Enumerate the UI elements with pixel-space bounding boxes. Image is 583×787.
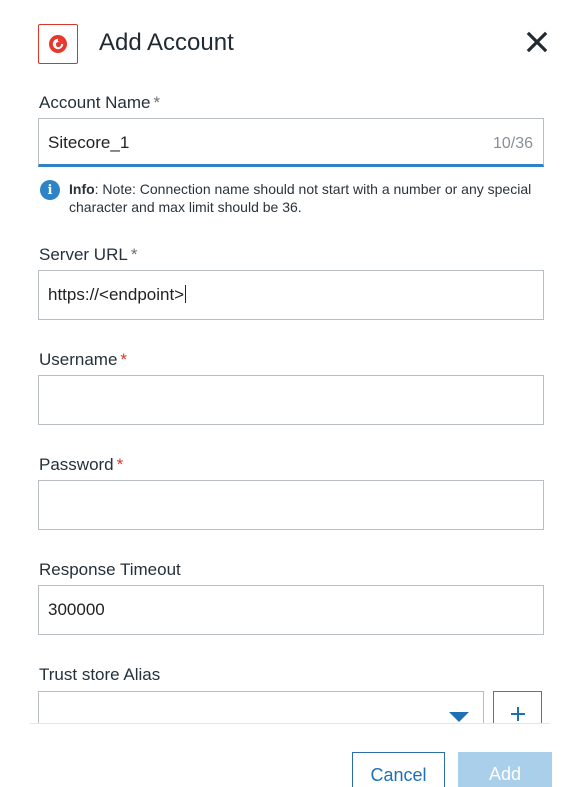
cancel-button[interactable]: Cancel bbox=[352, 752, 445, 787]
account-name-value: Sitecore_1 bbox=[48, 133, 130, 152]
account-name-label: Account Name * bbox=[39, 93, 161, 112]
add-trust-store-button[interactable] bbox=[493, 691, 542, 723]
username-label: Username * bbox=[39, 350, 128, 369]
account-name-input[interactable]: Sitecore_1 10/36 bbox=[38, 118, 544, 167]
close-icon bbox=[526, 31, 548, 53]
trust-store-alias-select[interactable] bbox=[38, 691, 484, 723]
password-label: Password * bbox=[39, 455, 124, 474]
dialog-title: Add Account bbox=[99, 29, 234, 56]
add-button[interactable]: Add bbox=[458, 752, 552, 787]
response-timeout-value: 300000 bbox=[48, 600, 105, 619]
server-url-input[interactable]: https://<endpoint> bbox=[38, 270, 544, 320]
footer-divider bbox=[30, 723, 550, 724]
server-url-value: https://<endpoint> bbox=[48, 285, 185, 304]
required-mark: * bbox=[116, 455, 124, 474]
response-timeout-label: Response Timeout bbox=[39, 560, 181, 579]
password-input[interactable] bbox=[38, 480, 544, 530]
info-note: Info: Note: Connection name should not s… bbox=[69, 181, 532, 215]
close-button[interactable] bbox=[524, 29, 550, 55]
add-account-dialog: Add Account Account Name * Sitecore_1 10/… bbox=[0, 0, 583, 787]
required-mark: * bbox=[153, 93, 161, 112]
info-icon: i bbox=[40, 180, 60, 200]
text-cursor bbox=[185, 285, 187, 303]
chevron-down-icon bbox=[449, 712, 469, 722]
sitecore-logo-icon bbox=[38, 24, 78, 64]
required-mark: * bbox=[120, 350, 128, 369]
username-input[interactable] bbox=[38, 375, 544, 425]
response-timeout-input[interactable]: 300000 bbox=[38, 585, 544, 635]
trust-store-alias-label: Trust store Alias bbox=[39, 665, 161, 684]
required-mark: * bbox=[130, 245, 138, 264]
server-url-label: Server URL * bbox=[39, 245, 138, 264]
character-counter: 10/36 bbox=[492, 135, 533, 152]
plus-icon bbox=[510, 707, 525, 721]
